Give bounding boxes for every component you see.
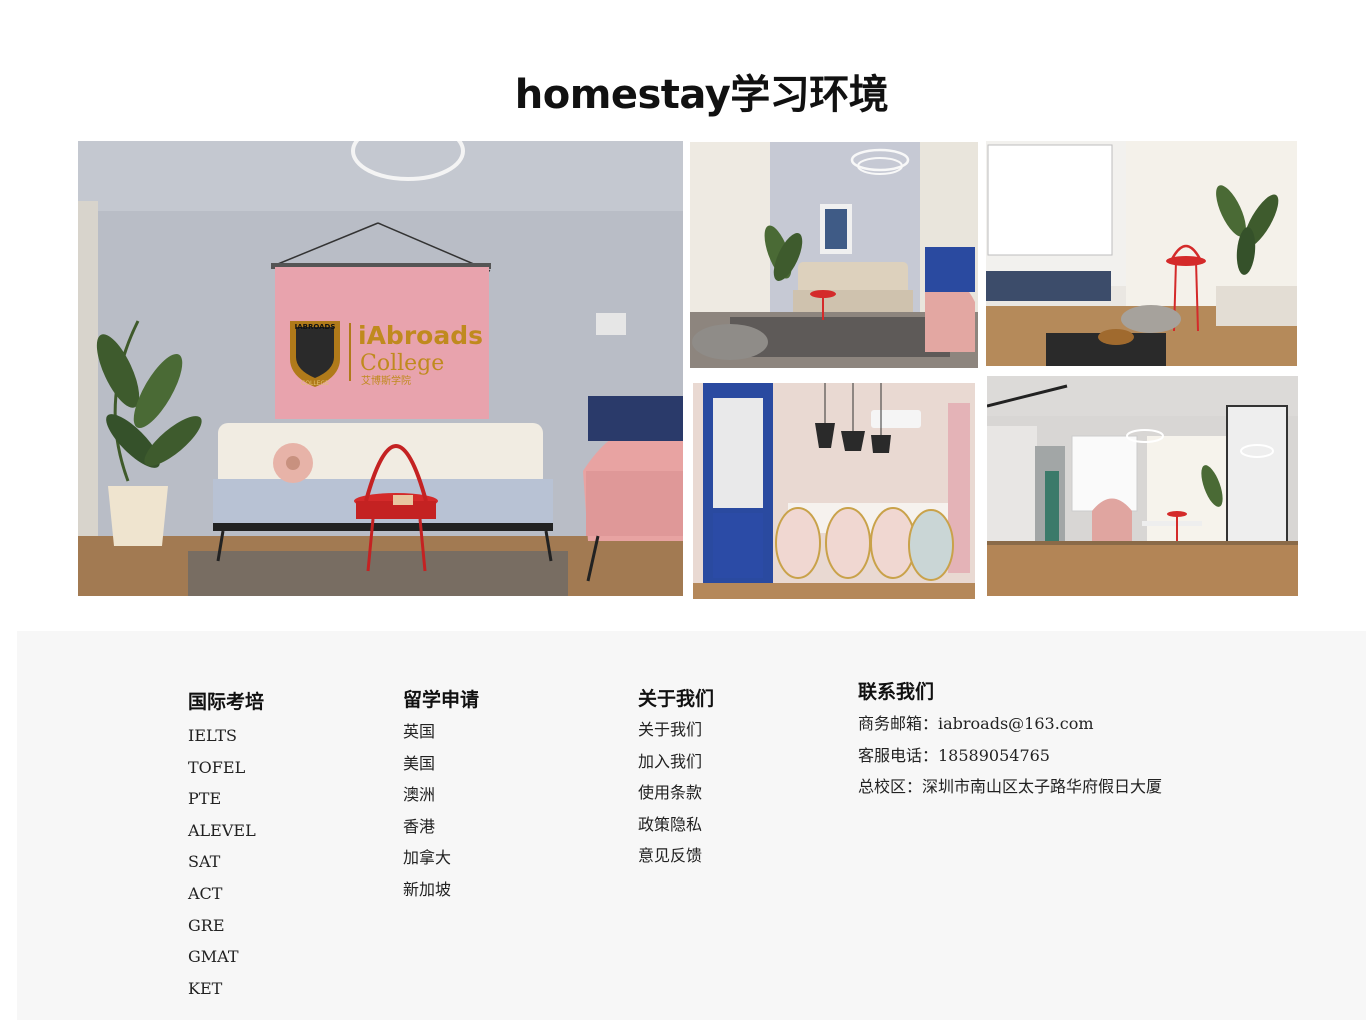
contact-address: 总校区：深圳市南山区太子路华府假日大厦 [858,777,1163,796]
footer-link-gre[interactable]: GRE [188,916,264,948]
section-title: homestay学习环境 [514,72,889,118]
footer-link-act[interactable]: ACT [188,884,264,916]
footer-link-tofel[interactable]: TOFEL [188,758,264,790]
footer-link-privacy[interactable]: 政策隐私 [638,815,714,847]
badge-top-text: IABROADS [295,323,336,331]
footer-link-pte[interactable]: PTE [188,789,264,821]
footer-link-hongkong[interactable]: 香港 [403,817,479,849]
projector-screen-room-photo [986,141,1297,366]
footer-link-us[interactable]: 美国 [403,754,479,786]
footer-link-gmat[interactable]: GMAT [188,947,264,979]
footer-link-join-us[interactable]: 加入我们 [638,752,714,784]
footer-link-uk[interactable]: 英国 [403,722,479,754]
study-hall-photo [987,376,1298,596]
footer-link-australia[interactable]: 澳洲 [403,785,479,817]
footer-study-title: 留学申请 [403,689,480,711]
footer-exam-title: 国际考培 [188,691,265,713]
footer-link-ket[interactable]: KET [188,979,264,1011]
footer-link-feedback[interactable]: 意见反馈 [638,846,714,878]
banner-brand-text: iAbroads [358,321,483,350]
footer-about-column: 关于我们 关于我们 加入我们 使用条款 政策隐私 意见反馈 [638,684,714,878]
footer-link-canada[interactable]: 加拿大 [403,848,479,880]
badge-bottom-text: COLLEGE [301,380,329,387]
lounge-beige-sofa-photo [690,142,978,368]
footer-link-sat[interactable]: SAT [188,852,264,884]
footer-link-about-us[interactable]: 关于我们 [638,720,714,752]
contact-email: 商务邮箱：iabroads@163.com [858,714,1094,733]
banner-chinese-text: 艾博斯学院 [361,374,411,387]
contact-phone: 客服电话：18589054765 [858,745,1050,765]
footer-about-title: 关于我们 [638,688,715,710]
footer-contact-column: 联系我们 商务邮箱：iabroads@163.com 客服电话：18589054… [858,677,1162,809]
footer-link-terms[interactable]: 使用条款 [638,783,714,815]
footer-link-singapore[interactable]: 新加坡 [403,880,479,912]
footer-exam-column: 国际考培 IELTS TOFEL PTE ALEVEL SAT ACT GRE … [188,687,264,1010]
footer-contact-title: 联系我们 [858,681,935,703]
footer-study-column: 留学申请 英国 美国 澳洲 香港 加拿大 新加坡 [403,685,479,912]
site-footer: 国际考培 IELTS TOFEL PTE ALEVEL SAT ACT GRE … [17,631,1366,1020]
living-room-sofa-photo: IABROADS COLLEGE iAbroads College 艾博斯学院 [78,141,683,596]
banner-college-text: College [360,351,444,376]
dining-room-photo [693,383,975,599]
footer-link-ielts[interactable]: IELTS [188,726,264,758]
footer-link-alevel[interactable]: ALEVEL [188,821,264,853]
